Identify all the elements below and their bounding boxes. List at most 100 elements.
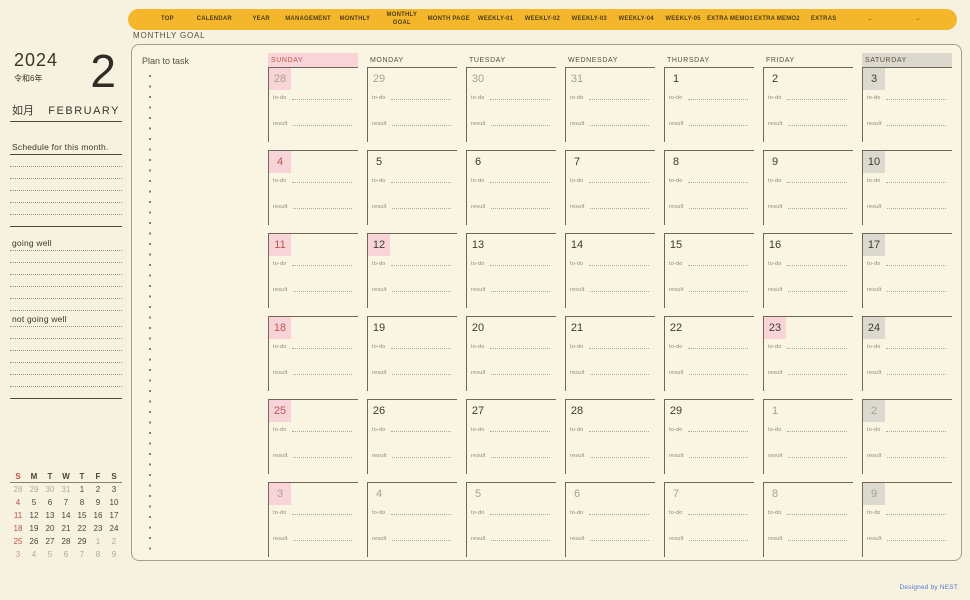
day-cell[interactable]: 23 to-do result [763, 316, 853, 399]
nav-tab-monthly-goal[interactable]: MONTHLY GOAL [378, 12, 425, 27]
mini-cal-date[interactable]: 30 [42, 483, 58, 496]
day-cell[interactable]: 29 to-do result [367, 67, 457, 150]
mini-cal-date[interactable]: 4 [10, 496, 26, 509]
todo-write-line[interactable] [291, 514, 352, 515]
result-write-line[interactable] [787, 291, 847, 292]
day-cell[interactable]: 14 to-do result [565, 233, 655, 316]
nav-tab-weekly-04[interactable]: WEEKLY-04 [613, 16, 660, 24]
ruled-line[interactable] [10, 263, 122, 275]
result-write-line[interactable] [490, 374, 550, 375]
mini-cal-date[interactable]: 1 [90, 535, 106, 548]
mini-cal-date[interactable]: 14 [58, 509, 74, 522]
result-write-line[interactable] [787, 540, 847, 541]
mini-cal-date[interactable]: 23 [90, 522, 106, 535]
day-cell[interactable]: 28 to-do result [268, 67, 358, 150]
todo-write-line[interactable] [291, 265, 352, 266]
day-cell[interactable]: 9 to-do result [862, 482, 952, 565]
result-write-line[interactable] [292, 208, 352, 209]
mini-cal-date[interactable]: 29 [26, 483, 42, 496]
mini-cal-date[interactable]: 15 [74, 509, 90, 522]
nav-tab-monthly[interactable]: MONTHLY [332, 16, 379, 24]
result-write-line[interactable] [490, 540, 550, 541]
todo-write-line[interactable] [786, 348, 847, 349]
day-cell[interactable]: 24 to-do result [862, 316, 952, 399]
day-cell[interactable]: 8 to-do result [763, 482, 853, 565]
todo-write-line[interactable] [885, 99, 946, 100]
day-cell[interactable]: 17 to-do result [862, 233, 952, 316]
mini-cal-date[interactable]: 2 [90, 483, 106, 496]
mini-cal-date[interactable]: 22 [74, 522, 90, 535]
mini-cal-date[interactable]: 6 [42, 496, 58, 509]
mini-cal-date[interactable]: 31 [58, 483, 74, 496]
result-write-line[interactable] [886, 208, 946, 209]
result-write-line[interactable] [589, 125, 649, 126]
day-cell[interactable]: 2 to-do result [763, 67, 853, 150]
result-write-line[interactable] [391, 374, 451, 375]
day-cell[interactable]: 5 to-do result [367, 150, 457, 233]
nav-tab-←[interactable]: ← [847, 16, 894, 24]
result-write-line[interactable] [886, 374, 946, 375]
day-cell[interactable]: 10 to-do result [862, 150, 952, 233]
nav-tab-extras[interactable]: EXTRAS [800, 16, 847, 24]
todo-write-line[interactable] [390, 182, 451, 183]
day-cell[interactable]: 30 to-do result [466, 67, 556, 150]
todo-write-line[interactable] [390, 348, 451, 349]
result-write-line[interactable] [589, 291, 649, 292]
nav-tab-weekly-03[interactable]: WEEKLY-03 [566, 16, 613, 24]
mini-cal-date[interactable]: 12 [26, 509, 42, 522]
mini-cal-date[interactable]: 19 [26, 522, 42, 535]
result-write-line[interactable] [688, 457, 748, 458]
mini-cal-date[interactable]: 3 [10, 548, 26, 561]
day-cell[interactable]: 4 to-do result [268, 150, 358, 233]
day-cell[interactable]: 7 to-do result [565, 150, 655, 233]
nav-tab-weekly-01[interactable]: WEEKLY-01 [472, 16, 519, 24]
mini-cal-date[interactable]: 6 [58, 548, 74, 561]
result-write-line[interactable] [490, 125, 550, 126]
day-cell[interactable]: 3 to-do result [862, 67, 952, 150]
nav-tab-extra-memo2[interactable]: EXTRA MEMO2 [753, 16, 800, 24]
mini-cal-date[interactable]: 25 [10, 535, 26, 548]
day-cell[interactable]: 18 to-do result [268, 316, 358, 399]
day-cell[interactable]: 21 to-do result [565, 316, 655, 399]
day-cell[interactable]: 20 to-do result [466, 316, 556, 399]
day-cell[interactable]: 26 to-do result [367, 399, 457, 482]
mini-cal-date[interactable]: 18 [10, 522, 26, 535]
todo-write-line[interactable] [687, 514, 748, 515]
todo-write-line[interactable] [390, 431, 451, 432]
nav-tab-month-page[interactable]: MONTH PAGE [425, 16, 472, 24]
day-cell[interactable]: 4 to-do result [367, 482, 457, 565]
todo-write-line[interactable] [489, 514, 550, 515]
mini-cal-date[interactable]: 3 [106, 483, 122, 496]
result-write-line[interactable] [490, 457, 550, 458]
result-write-line[interactable] [688, 208, 748, 209]
day-cell[interactable]: 7 to-do result [664, 482, 754, 565]
nav-tab-extra-memo1[interactable]: EXTRA MEMO1 [707, 16, 754, 24]
ruled-line[interactable] [10, 351, 122, 363]
todo-write-line[interactable] [885, 514, 946, 515]
mini-cal-date[interactable]: 13 [42, 509, 58, 522]
result-write-line[interactable] [886, 291, 946, 292]
todo-write-line[interactable] [489, 348, 550, 349]
ruled-line[interactable] [10, 191, 122, 203]
day-cell[interactable]: 16 to-do result [763, 233, 853, 316]
ruled-line[interactable] [10, 363, 122, 375]
mini-cal-date[interactable]: 2 [106, 535, 122, 548]
todo-write-line[interactable] [588, 514, 649, 515]
ruled-line[interactable] [10, 299, 122, 311]
result-write-line[interactable] [688, 540, 748, 541]
todo-write-line[interactable] [291, 182, 352, 183]
day-cell[interactable]: 13 to-do result [466, 233, 556, 316]
result-write-line[interactable] [490, 208, 550, 209]
result-write-line[interactable] [787, 208, 847, 209]
todo-write-line[interactable] [291, 348, 352, 349]
result-write-line[interactable] [292, 374, 352, 375]
result-write-line[interactable] [787, 374, 847, 375]
todo-write-line[interactable] [489, 265, 550, 266]
ruled-line[interactable] [10, 167, 122, 179]
mini-cal-date[interactable]: 1 [74, 483, 90, 496]
day-cell[interactable]: 22 to-do result [664, 316, 754, 399]
mini-cal-date[interactable]: 28 [10, 483, 26, 496]
nav-tab-weekly-05[interactable]: WEEKLY-05 [660, 16, 707, 24]
day-cell[interactable]: 1 to-do result [664, 67, 754, 150]
result-write-line[interactable] [391, 540, 451, 541]
